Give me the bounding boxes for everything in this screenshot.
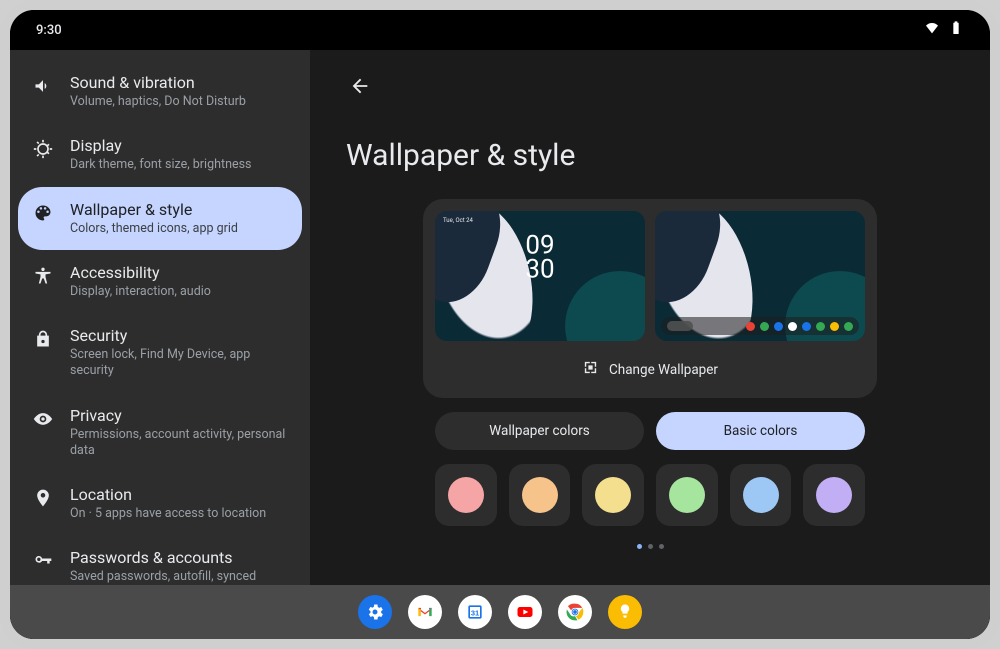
sidebar-item-sub: On · 5 apps have access to location (70, 506, 266, 522)
color-swatch[interactable] (509, 464, 571, 526)
color-swatch[interactable] (730, 464, 792, 526)
sound-icon (32, 75, 54, 97)
screen: 9:30 Sound & vibration (10, 10, 990, 639)
status-time: 9:30 (36, 23, 62, 38)
sidebar-item-location[interactable]: Location On · 5 apps have access to loca… (18, 472, 302, 535)
homescreen-preview[interactable] (655, 211, 865, 341)
svg-text:31: 31 (471, 608, 479, 617)
sidebar-item-label: Security (70, 326, 288, 345)
color-swatch[interactable] (656, 464, 718, 526)
sidebar-item-label: Passwords & accounts (70, 548, 256, 567)
page-indicator (637, 544, 664, 549)
wallpaper-icon (582, 359, 599, 380)
sidebar-item-sub: Colors, themed icons, app grid (70, 221, 238, 237)
taskbar-settings-icon[interactable] (358, 595, 392, 629)
battery-icon (948, 20, 964, 40)
status-bar: 9:30 (10, 10, 990, 50)
content-body: Sound & vibration Volume, haptics, Do No… (10, 50, 990, 639)
tablet-frame: 9:30 Sound & vibration (0, 0, 1000, 649)
home-dock (661, 317, 859, 335)
sidebar-item-sub: Dark theme, font size, brightness (70, 157, 252, 173)
main-content: Tue, Oct 24 0930 (346, 199, 954, 639)
change-wallpaper-button[interactable]: Change Wallpaper (435, 353, 865, 386)
lock-icon (32, 328, 54, 350)
sidebar-item-sub: Volume, haptics, Do Not Disturb (70, 94, 246, 110)
sidebar-item-sound[interactable]: Sound & vibration Volume, haptics, Do No… (18, 60, 302, 123)
sidebar-item-label: Wallpaper & style (70, 200, 238, 219)
display-icon (32, 138, 54, 160)
sidebar-item-label: Accessibility (70, 263, 211, 282)
page-title: Wallpaper & style (346, 138, 954, 173)
taskbar-keep-icon[interactable] (608, 595, 642, 629)
wallpaper-preview-card: Tue, Oct 24 0930 (423, 199, 877, 398)
sidebar-item-display[interactable]: Display Dark theme, font size, brightnes… (18, 123, 302, 186)
sidebar-item-privacy[interactable]: Privacy Permissions, account activity, p… (18, 393, 302, 473)
sidebar-item-sub: Display, interaction, audio (70, 284, 211, 300)
color-swatch[interactable] (803, 464, 865, 526)
change-wallpaper-label: Change Wallpaper (609, 362, 718, 378)
taskbar-gmail-icon[interactable] (408, 595, 442, 629)
settings-sidebar: Sound & vibration Volume, haptics, Do No… (10, 50, 310, 639)
sidebar-item-accessibility[interactable]: Accessibility Display, interaction, audi… (18, 250, 302, 313)
sidebar-item-label: Sound & vibration (70, 73, 246, 92)
taskbar-youtube-icon[interactable] (508, 595, 542, 629)
lock-clock: 0930 (525, 233, 554, 282)
location-icon (32, 487, 54, 509)
color-source-tabs: Wallpaper colors Basic colors (435, 412, 865, 450)
sidebar-item-label: Privacy (70, 406, 288, 425)
taskbar-chrome-icon[interactable] (558, 595, 592, 629)
basic-colors-row (435, 464, 865, 526)
main-panel: Wallpaper & style Tue, Oct 24 0930 (310, 50, 990, 639)
lock-date: Tue, Oct 24 (443, 217, 473, 224)
tab-basic-colors[interactable]: Basic colors (656, 412, 865, 450)
status-icons (924, 20, 964, 40)
taskbar: 31 (10, 585, 990, 639)
accessibility-icon (32, 265, 54, 287)
taskbar-calendar-icon[interactable]: 31 (458, 595, 492, 629)
lockscreen-preview[interactable]: Tue, Oct 24 0930 (435, 211, 645, 341)
sidebar-item-label: Display (70, 136, 252, 155)
color-swatch[interactable] (435, 464, 497, 526)
palette-icon (32, 202, 54, 224)
sidebar-item-wallpaper[interactable]: Wallpaper & style Colors, themed icons, … (18, 187, 302, 250)
tab-wallpaper-colors[interactable]: Wallpaper colors (435, 412, 644, 450)
sidebar-item-label: Location (70, 485, 266, 504)
sidebar-item-sub: Screen lock, Find My Device, app securit… (70, 347, 288, 380)
wifi-icon (924, 20, 940, 40)
back-button[interactable] (346, 72, 374, 100)
sidebar-item-sub: Saved passwords, autofill, synced (70, 569, 256, 585)
sidebar-item-sub: Permissions, account activity, personal … (70, 427, 288, 460)
privacy-icon (32, 408, 54, 430)
sidebar-item-security[interactable]: Security Screen lock, Find My Device, ap… (18, 313, 302, 393)
color-swatch[interactable] (582, 464, 644, 526)
key-icon (32, 550, 54, 572)
